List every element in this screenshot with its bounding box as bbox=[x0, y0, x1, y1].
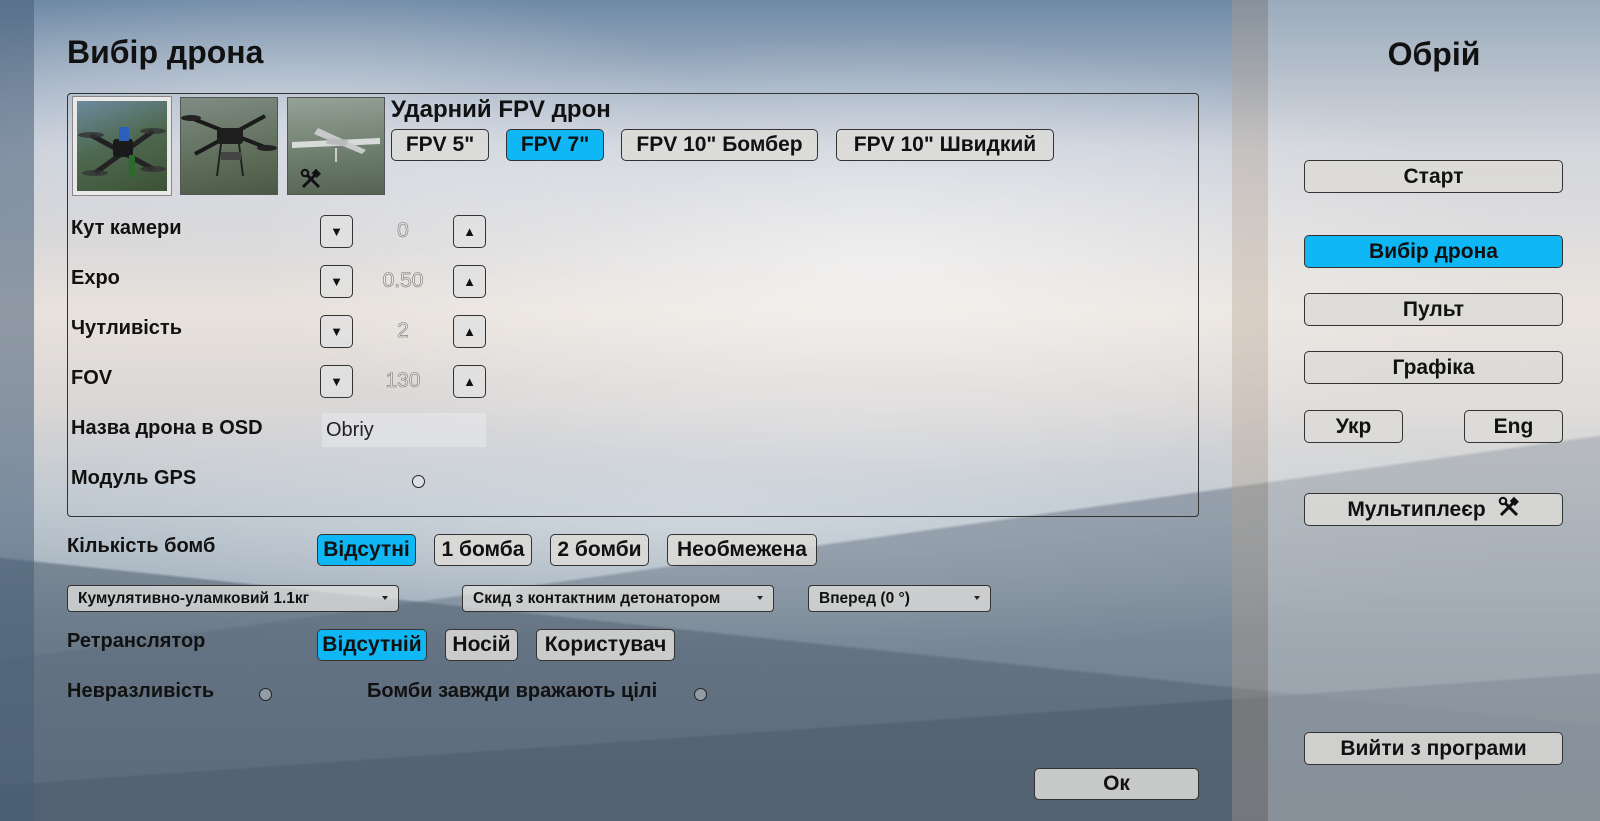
wing-drone-thumb[interactable] bbox=[287, 97, 385, 195]
camera-angle-label: Кут камери bbox=[71, 217, 182, 239]
sensitivity-decrease-button[interactable]: ▼ bbox=[320, 315, 353, 348]
exit-button[interactable]: Вийти з програми bbox=[1304, 732, 1563, 765]
right-divider-strip bbox=[1232, 0, 1268, 821]
expo-increase-button[interactable]: ▲ bbox=[453, 265, 486, 298]
bombs-one-button[interactable]: 1 бомба bbox=[434, 534, 532, 566]
bomb-type-value: Кумулятивно-уламковий 1.1кг bbox=[78, 589, 310, 607]
sensitivity-value: 2 bbox=[397, 319, 409, 343]
fpv-drone-thumb[interactable] bbox=[73, 97, 171, 195]
invulnerability-toggle[interactable] bbox=[259, 688, 272, 701]
invulnerability-label: Невразливість bbox=[67, 680, 215, 702]
left-edge-strip bbox=[0, 0, 34, 821]
fpv-drone-image bbox=[78, 127, 166, 177]
relay-label: Ретранслятор bbox=[67, 630, 206, 652]
drop-mode-select[interactable]: Скид з контактним детонатором bbox=[462, 585, 774, 612]
drop-direction-value: Вперед (0 °) bbox=[819, 589, 910, 607]
lang-ukr-button[interactable]: Укр bbox=[1304, 410, 1403, 443]
start-button[interactable]: Старт bbox=[1304, 160, 1563, 193]
chevron-down-icon bbox=[382, 596, 388, 600]
bomb-count-label: Кількість бомб bbox=[67, 535, 216, 557]
camera-angle-value: 0 bbox=[397, 219, 409, 243]
bomber-drone-thumb[interactable] bbox=[180, 97, 278, 195]
bombs-none-button[interactable]: Відсутні bbox=[317, 534, 416, 566]
fov-increase-button[interactable]: ▲ bbox=[453, 365, 486, 398]
ok-button[interactable]: Ок bbox=[1034, 768, 1199, 800]
sensitivity-increase-button[interactable]: ▲ bbox=[453, 315, 486, 348]
osd-name-input[interactable] bbox=[322, 413, 486, 447]
tools-icon bbox=[1498, 496, 1520, 524]
bomb-type-select[interactable]: Кумулятивно-уламковий 1.1кг bbox=[67, 585, 399, 612]
multiplayer-label: Мультиплеєр bbox=[1347, 497, 1486, 521]
chevron-down-icon bbox=[757, 596, 763, 600]
drone-select-button[interactable]: Вибір дрона bbox=[1304, 235, 1563, 268]
multiplayer-button[interactable]: Мультиплеєр bbox=[1304, 493, 1563, 526]
fov-value: 130 bbox=[385, 369, 421, 393]
gps-module-label: Модуль GPS bbox=[71, 467, 197, 489]
drop-direction-select[interactable]: Вперед (0 °) bbox=[808, 585, 991, 612]
bomber-drone-image bbox=[181, 114, 277, 177]
relay-carrier-button[interactable]: Носій bbox=[445, 629, 518, 661]
variant-fpv-10-fast-button[interactable]: FPV 10" Швидкий bbox=[836, 129, 1054, 161]
bombs-always-hit-toggle[interactable] bbox=[694, 688, 707, 701]
camera-angle-decrease-button[interactable]: ▼ bbox=[320, 215, 353, 248]
expo-label: Expo bbox=[71, 267, 120, 289]
lang-eng-button[interactable]: Eng bbox=[1464, 410, 1563, 443]
fov-label: FOV bbox=[71, 367, 113, 389]
page-title: Вибір дрона bbox=[67, 34, 264, 70]
bombs-two-button[interactable]: 2 бомби bbox=[550, 534, 649, 566]
expo-decrease-button[interactable]: ▼ bbox=[320, 265, 353, 298]
chevron-down-icon bbox=[974, 596, 980, 600]
app-title: Обрій bbox=[1387, 36, 1481, 72]
gps-module-toggle[interactable] bbox=[412, 475, 425, 488]
graphics-button[interactable]: Графіка bbox=[1304, 351, 1563, 384]
bombs-always-hit-label: Бомби завжди вражають цілі bbox=[367, 680, 658, 702]
fov-decrease-button[interactable]: ▼ bbox=[320, 365, 353, 398]
tools-icon bbox=[300, 168, 322, 194]
bombs-unlimited-button[interactable]: Необмежена bbox=[667, 534, 817, 566]
controller-button[interactable]: Пульт bbox=[1304, 293, 1563, 326]
expo-value: 0.50 bbox=[382, 269, 424, 293]
drop-mode-value: Скид з контактним детонатором bbox=[473, 589, 721, 607]
sensitivity-label: Чутливість bbox=[71, 317, 183, 339]
variant-fpv-5-button[interactable]: FPV 5" bbox=[391, 129, 489, 161]
variant-fpv-10-bomber-button[interactable]: FPV 10" Бомбер bbox=[621, 129, 818, 161]
osd-name-label: Назва дрона в OSD bbox=[71, 417, 263, 439]
variant-fpv-7-button[interactable]: FPV 7" bbox=[506, 129, 604, 161]
camera-angle-increase-button[interactable]: ▲ bbox=[453, 215, 486, 248]
drone-title: Ударний FPV дрон bbox=[391, 96, 611, 123]
relay-none-button[interactable]: Відсутній bbox=[317, 629, 427, 661]
relay-user-button[interactable]: Користувач bbox=[536, 629, 675, 661]
